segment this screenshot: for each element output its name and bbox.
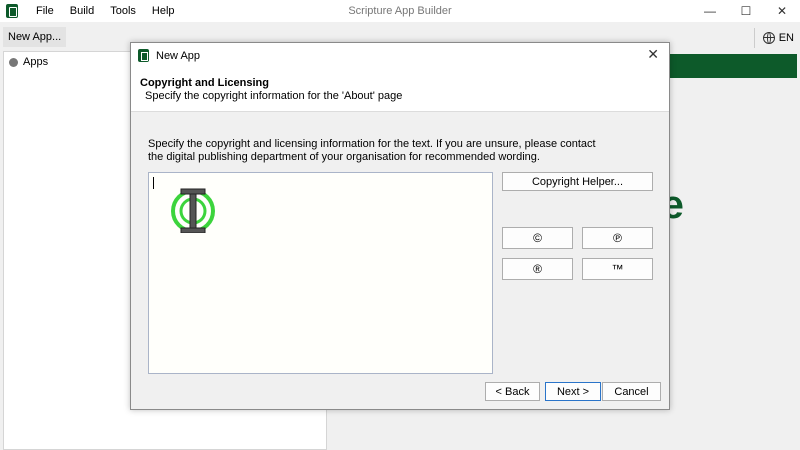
registered-symbol-button[interactable]: ® [502, 258, 573, 280]
bullet-icon [9, 57, 18, 67]
sidebar-item-apps[interactable]: Apps [9, 56, 48, 68]
menu-file[interactable]: File [28, 0, 62, 22]
app-logo-icon [138, 49, 149, 62]
menu-build[interactable]: Build [62, 0, 102, 22]
menu-help[interactable]: Help [144, 0, 183, 22]
copyright-text-area[interactable] [148, 172, 493, 374]
maximize-button[interactable]: ☐ [728, 0, 764, 22]
language-label: EN [778, 32, 794, 44]
trademark-symbol-button[interactable]: ™ [582, 258, 653, 280]
back-button[interactable]: < Back [485, 382, 540, 401]
instructions-line-2: the digital publishing department of you… [148, 151, 540, 163]
phonogram-symbol-button[interactable]: ℗ [582, 227, 653, 249]
minimize-button[interactable]: — [692, 0, 728, 22]
app-logo-icon [6, 4, 18, 18]
wizard-step-subtitle: Specify the copyright information for th… [145, 90, 403, 102]
sidebar-item-label: Apps [23, 56, 49, 68]
instructions-text: Specify the copyright and licensing info… [148, 138, 598, 164]
title-bar: File Build Tools Help Scripture App Buil… [0, 0, 800, 22]
instructions-line-1: Specify the copyright and licensing info… [148, 138, 596, 150]
text-cursor-icon [171, 188, 215, 233]
menu-tools[interactable]: Tools [102, 0, 144, 22]
dialog-title: New App [156, 49, 201, 62]
cancel-button[interactable]: Cancel [602, 382, 661, 401]
globe-icon [762, 32, 775, 44]
close-window-button[interactable]: ✕ [764, 0, 800, 22]
wizard-step-title: Copyright and Licensing [140, 77, 269, 89]
copyright-helper-button[interactable]: Copyright Helper... [502, 172, 653, 191]
language-button[interactable]: EN [753, 28, 794, 48]
new-app-button[interactable]: New App... [3, 27, 67, 47]
close-icon[interactable]: ✕ [647, 46, 659, 63]
window-controls: — ☐ ✕ [692, 0, 800, 22]
new-app-dialog: New App ✕ Copyright and Licensing Specif… [130, 42, 670, 410]
wizard-header: Copyright and Licensing Specify the copy… [131, 68, 669, 112]
dialog-title-bar: New App ✕ [131, 43, 669, 68]
text-caret [153, 177, 154, 189]
copyright-symbol-button[interactable]: © [502, 227, 573, 249]
next-button[interactable]: Next > [545, 382, 601, 401]
